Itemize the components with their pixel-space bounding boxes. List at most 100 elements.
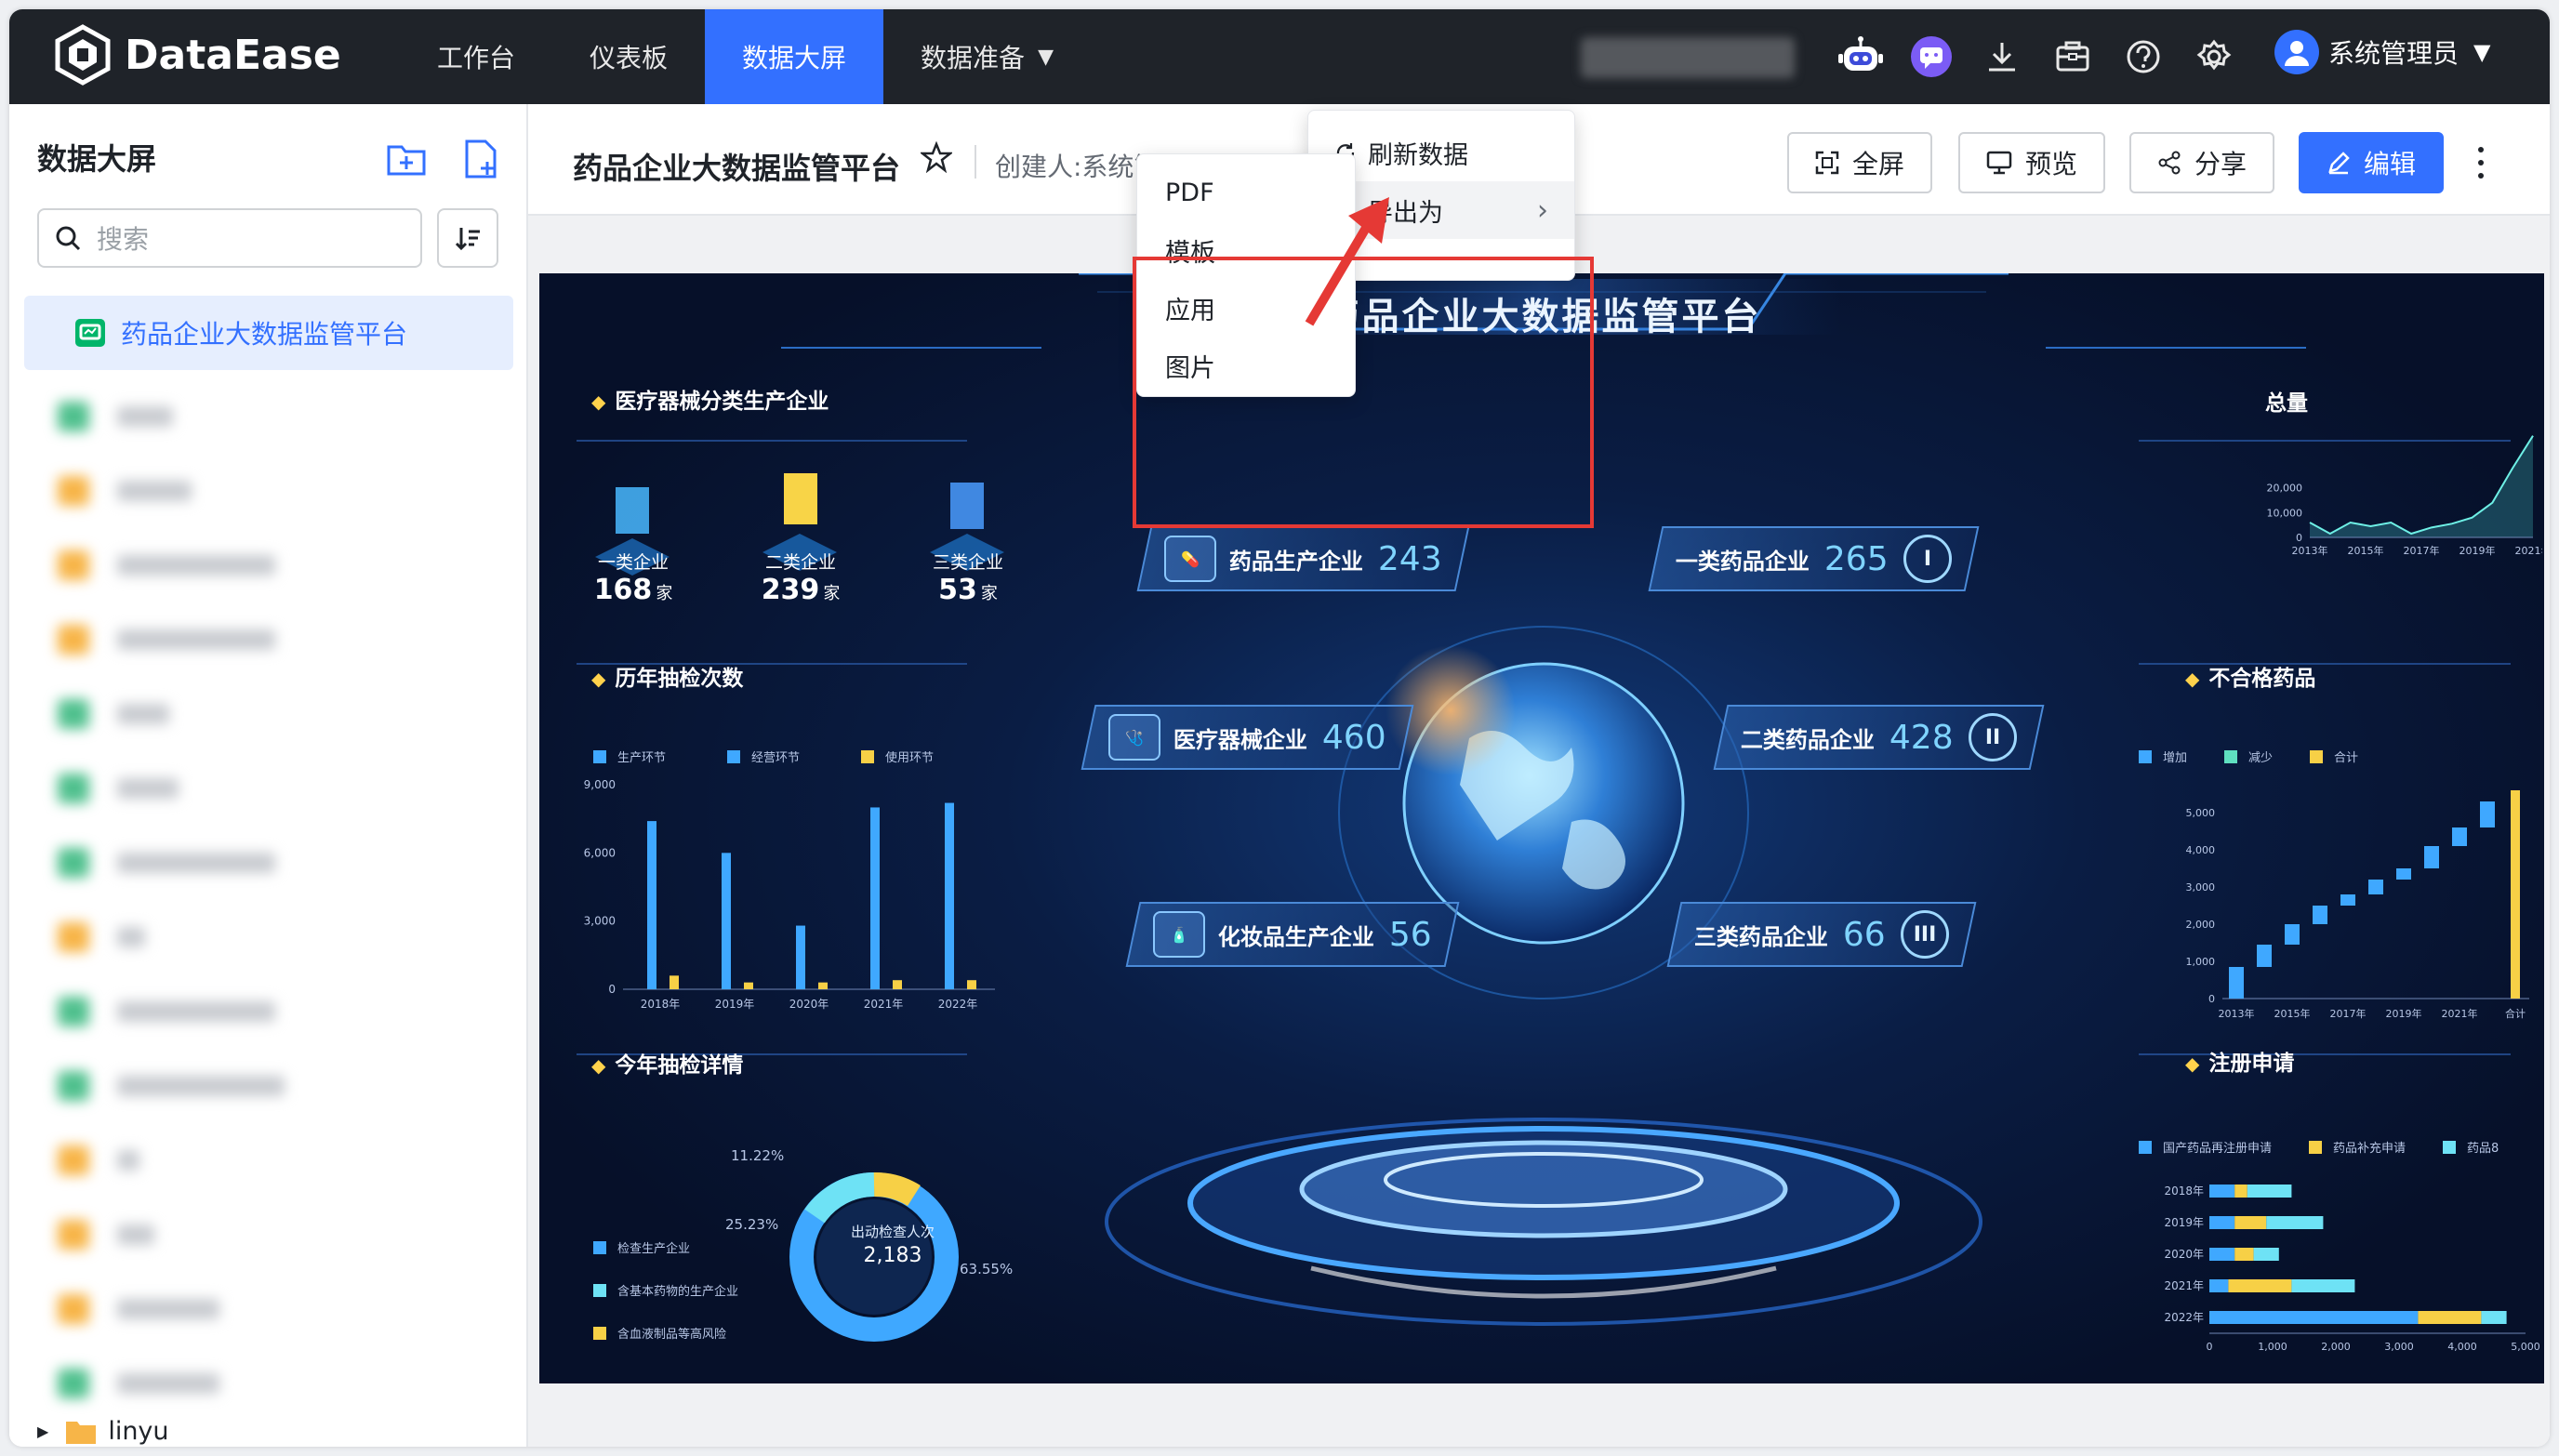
bar bbox=[818, 982, 828, 989]
bar bbox=[2340, 894, 2355, 906]
app-logo[interactable]: DataEase bbox=[52, 24, 341, 86]
robot-icon[interactable] bbox=[1834, 30, 1888, 84]
monitor-icon bbox=[1986, 151, 2012, 175]
nav-workbench[interactable]: 工作台 bbox=[400, 9, 552, 104]
tree-item-blurred[interactable] bbox=[58, 621, 275, 658]
y-tick-label: 20,000 bbox=[2267, 483, 2303, 495]
x-tick-label: 合计 bbox=[2505, 1007, 2526, 1020]
x-tick-label: 4,000 bbox=[2447, 1341, 2477, 1353]
legend-swatch bbox=[2224, 749, 2238, 763]
search-input[interactable]: 搜索 bbox=[37, 208, 422, 268]
legend-swatch bbox=[2309, 1140, 2323, 1154]
kpi-label: 医疗器械企业 bbox=[1173, 726, 1307, 753]
enterprise-unit: 家 bbox=[980, 584, 998, 603]
sort-button[interactable] bbox=[437, 208, 498, 268]
tree-item-blurred[interactable] bbox=[58, 1365, 219, 1402]
y-tick-label: 6,000 bbox=[584, 846, 616, 859]
section-title-yearly: ◆ 历年抽检次数 bbox=[591, 660, 743, 692]
tree-item-blurred[interactable] bbox=[58, 547, 275, 584]
y-tick-label: 0 bbox=[608, 983, 616, 996]
tree-item-active[interactable]: 药品企业大数据监管平台 bbox=[24, 296, 513, 370]
user-name: 系统管理员 bbox=[2328, 38, 2460, 69]
tree-item-blurred[interactable] bbox=[58, 1216, 154, 1253]
kpi-card: 三类药品企业 66 III bbox=[1666, 902, 1977, 967]
x-tick-label: 2019年 bbox=[2460, 544, 2496, 557]
bar-segment bbox=[2209, 1216, 2235, 1229]
diamond-icon: ◆ bbox=[591, 668, 606, 690]
y-tick-label: 2019年 bbox=[2164, 1216, 2204, 1229]
tree-item-blurred[interactable] bbox=[58, 844, 275, 881]
kpi-value: 265 bbox=[1824, 539, 1889, 578]
y-tick-label: 2021年 bbox=[2164, 1279, 2204, 1292]
kpi-card: 二类药品企业 428 II bbox=[1713, 705, 2045, 770]
x-tick-label: 2013年 bbox=[2292, 544, 2328, 557]
tree-item-blurred[interactable] bbox=[58, 993, 275, 1030]
bar bbox=[2452, 827, 2467, 846]
bar bbox=[2424, 846, 2439, 868]
download-icon[interactable] bbox=[1975, 30, 2029, 84]
y-tick-label: 3,000 bbox=[584, 915, 616, 928]
preview-button[interactable]: 预览 bbox=[1958, 132, 2106, 193]
button-label: 全屏 bbox=[1852, 149, 1905, 179]
fullscreen-icon bbox=[1815, 151, 1839, 175]
legend-swatch bbox=[2443, 1140, 2457, 1154]
tree-item-blurred[interactable] bbox=[58, 398, 173, 435]
y-tick-label: 9,000 bbox=[584, 778, 616, 791]
caret-down-icon: ▼ bbox=[1038, 45, 1054, 69]
x-tick-label: 2021年 bbox=[2442, 1007, 2478, 1020]
search-icon bbox=[56, 226, 81, 251]
nav-data-prep[interactable]: 数据准备 ▼ bbox=[883, 9, 1091, 104]
app-window: DataEase 工作台 仪表板 数据大屏 数据准备 ▼ 系统管理员 ▼ 数据大… bbox=[9, 9, 2550, 1447]
y-tick-label: 2018年 bbox=[2164, 1185, 2204, 1198]
more-options-icon[interactable] bbox=[2462, 141, 2499, 184]
bar bbox=[2511, 790, 2520, 999]
settings-icon[interactable] bbox=[2187, 30, 2241, 84]
section-label: 历年抽检次数 bbox=[615, 667, 744, 691]
x-tick-label: 2017年 bbox=[2330, 1007, 2367, 1020]
tree-item-blurred[interactable] bbox=[58, 919, 145, 956]
new-file-icon[interactable] bbox=[459, 138, 502, 180]
tree-item-folder[interactable]: ▶ linyu bbox=[37, 1417, 169, 1446]
tree-item-blurred[interactable] bbox=[58, 1142, 139, 1179]
bar-segment bbox=[2209, 1185, 2235, 1198]
tree-item-blurred[interactable] bbox=[58, 1291, 219, 1328]
new-folder-icon[interactable] bbox=[385, 138, 428, 180]
edit-button[interactable]: 编辑 bbox=[2299, 132, 2445, 193]
caret-down-icon: ▼ bbox=[2473, 39, 2491, 65]
legend-label: 检查生产企业 bbox=[617, 1242, 691, 1256]
blurred-field bbox=[1581, 37, 1795, 78]
donut-slice bbox=[873, 1172, 921, 1207]
favorite-star-icon[interactable] bbox=[921, 141, 952, 173]
template-icon[interactable] bbox=[2046, 30, 2100, 84]
kpi-value: 460 bbox=[1322, 718, 1386, 757]
kpi-label: 二类药品企业 bbox=[1741, 726, 1875, 753]
user-menu[interactable]: 系统管理员 ▼ bbox=[2274, 30, 2490, 74]
enterprise-class-1: 一类企业 168 家 bbox=[573, 543, 694, 606]
kpi-label: 药品生产企业 bbox=[1229, 548, 1363, 575]
legend-label: 生产环节 bbox=[617, 751, 667, 765]
bar-segment bbox=[2234, 1248, 2254, 1261]
bar-segment bbox=[2234, 1216, 2267, 1229]
tree-item-blurred[interactable] bbox=[58, 1067, 285, 1105]
kpi-card: 🧴 化妆品生产企业 56 bbox=[1125, 902, 1460, 967]
chevron-right-icon: › bbox=[1537, 193, 1548, 227]
fullscreen-button[interactable]: 全屏 bbox=[1787, 132, 1933, 193]
tree-item-blurred[interactable] bbox=[58, 472, 192, 510]
nav-dashboard[interactable]: 仪表板 bbox=[552, 9, 705, 104]
legend-label: 药品8 bbox=[2467, 1142, 2499, 1156]
nav-data-screen[interactable]: 数据大屏 bbox=[705, 9, 884, 104]
donut-center-label: 出动检查人次 bbox=[850, 1224, 935, 1240]
legend-swatch bbox=[593, 1240, 606, 1254]
y-tick-label: 1,000 bbox=[2186, 956, 2216, 968]
x-tick-label: 3,000 bbox=[2384, 1341, 2414, 1353]
legend-label: 增加 bbox=[2163, 751, 2188, 765]
tree-item-blurred[interactable] bbox=[58, 770, 179, 807]
help-icon[interactable] bbox=[2116, 30, 2170, 84]
bar-segment bbox=[2253, 1248, 2279, 1261]
share-button[interactable]: 分享 bbox=[2129, 132, 2275, 193]
screen-file-icon bbox=[75, 319, 105, 347]
area-fill bbox=[2310, 435, 2533, 537]
chat-icon[interactable] bbox=[1904, 30, 1958, 84]
section-title-total: 总量 bbox=[2265, 385, 2308, 417]
tree-item-blurred[interactable] bbox=[58, 695, 169, 733]
